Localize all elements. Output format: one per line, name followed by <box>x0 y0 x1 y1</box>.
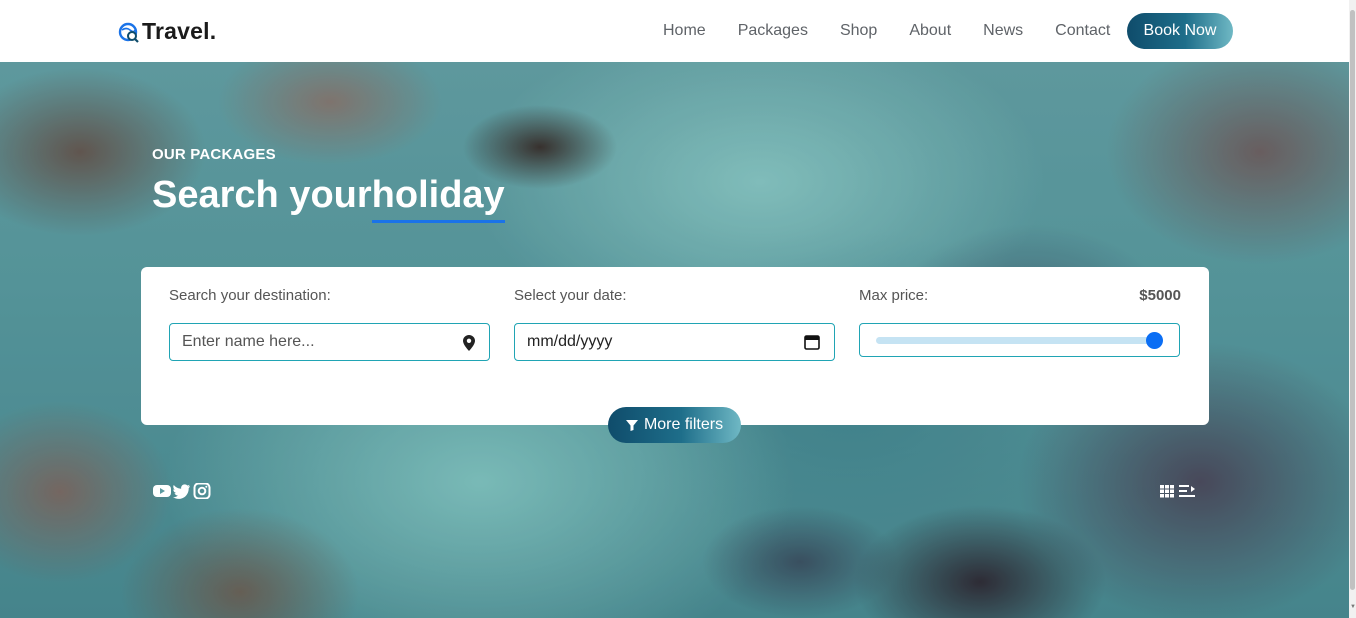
brand-name: Travel. <box>142 18 217 44</box>
scroll-down-arrow-icon[interactable]: ▼ <box>1350 604 1356 610</box>
instagram-icon[interactable] <box>193 483 211 499</box>
hero-title-highlight: holiday <box>371 174 505 223</box>
hero-title-text: Search your <box>152 174 372 216</box>
price-label: Max price: <box>859 287 929 304</box>
book-now-button[interactable]: Book Now <box>1127 13 1233 49</box>
date-field[interactable]: mm/dd/yyyy <box>514 323 835 361</box>
nav-about[interactable]: About <box>909 22 951 40</box>
site-header: Travel. Home Packages Shop About News Co… <box>0 0 1349 62</box>
grid-view-icon[interactable] <box>1159 483 1175 499</box>
destination-label: Search your destination: <box>169 287 331 304</box>
nav-packages[interactable]: Packages <box>738 22 808 40</box>
hero-title: Search yourholiday <box>152 174 505 223</box>
more-filters-button[interactable]: More filters <box>608 407 741 443</box>
logo[interactable]: Travel. <box>118 18 216 45</box>
section-eyebrow: OUR PACKAGES <box>152 146 276 163</box>
price-slider[interactable] <box>859 323 1180 357</box>
more-filters-label: More filters <box>643 416 724 433</box>
globe-search-icon <box>118 22 139 43</box>
main-nav: Home Packages Shop About News Contact <box>663 0 1142 62</box>
scrollbar-thumb[interactable] <box>1350 10 1355 590</box>
search-card: Search your destination: Select your dat… <box>141 267 1209 425</box>
view-toggles <box>1159 483 1199 499</box>
slider-track[interactable] <box>876 337 1156 344</box>
calendar-icon[interactable] <box>804 334 820 350</box>
twitter-icon[interactable] <box>173 483 191 499</box>
hero-section: OUR PACKAGES Search yourholiday Search y… <box>0 62 1349 618</box>
map-pin-icon <box>463 335 475 351</box>
nav-shop[interactable]: Shop <box>840 22 877 40</box>
nav-news[interactable]: News <box>983 22 1023 40</box>
date-label: Select your date: <box>514 287 627 304</box>
page-scrollbar[interactable]: ▼ <box>1349 0 1356 618</box>
filter-icon <box>625 420 638 431</box>
date-value: mm/dd/yyyy <box>527 333 613 350</box>
nav-home[interactable]: Home <box>663 22 706 40</box>
price-value: $5000 <box>1139 287 1181 304</box>
list-view-icon[interactable] <box>1179 483 1195 499</box>
destination-input[interactable] <box>182 333 442 351</box>
social-links <box>153 483 213 499</box>
slider-thumb[interactable] <box>1146 332 1163 349</box>
youtube-icon[interactable] <box>153 483 171 499</box>
nav-contact[interactable]: Contact <box>1055 22 1110 40</box>
destination-field[interactable] <box>169 323 490 361</box>
